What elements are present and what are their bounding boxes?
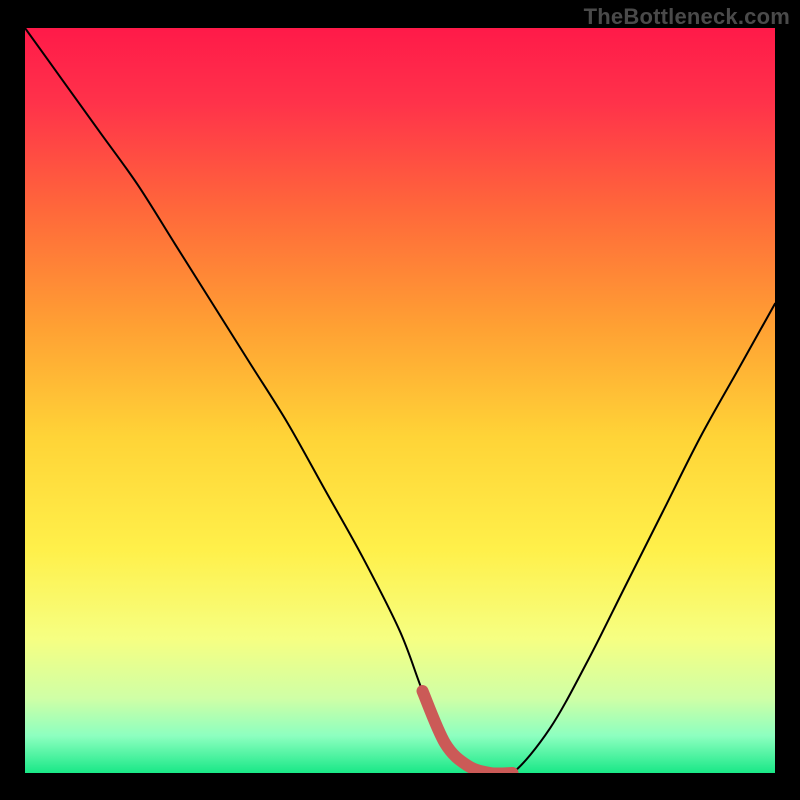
chart-svg	[25, 28, 775, 773]
plot-area	[25, 28, 775, 773]
gradient-fill	[25, 28, 775, 773]
watermark-text: TheBottleneck.com	[584, 4, 790, 30]
chart-frame: TheBottleneck.com	[0, 0, 800, 800]
